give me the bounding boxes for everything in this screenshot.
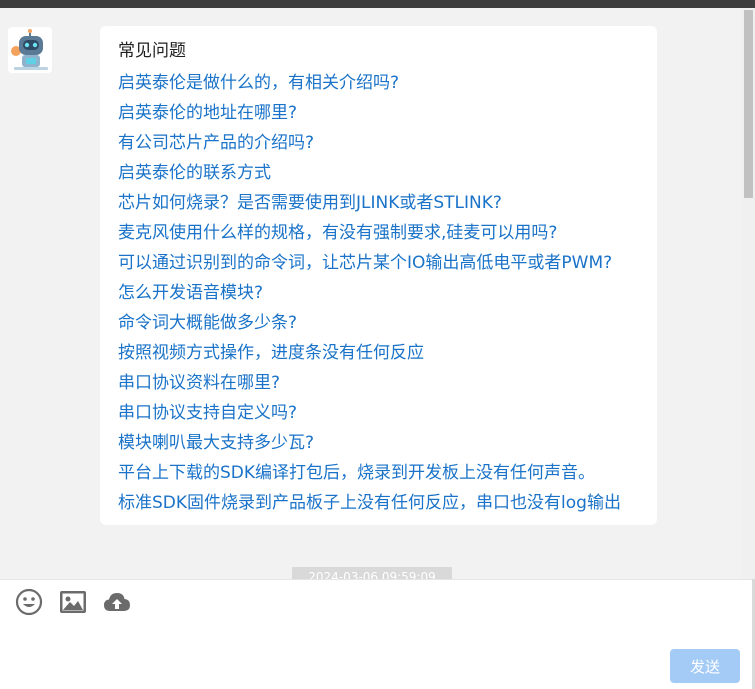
message-timestamp: 2024-03-06 09:59:09: [292, 567, 452, 579]
send-button[interactable]: 发送: [670, 649, 740, 683]
faq-message-bubble: 常见问题 启英泰伦是做什么的，有相关介绍吗? 启英泰伦的地址在哪里? 有公司芯片…: [100, 26, 657, 525]
faq-link[interactable]: 有公司芯片产品的介绍吗?: [118, 128, 639, 158]
faq-link[interactable]: 平台上下载的SDK编译打包后，烧录到开发板上没有任何声音。: [118, 458, 639, 488]
faq-link[interactable]: 启英泰伦是做什么的，有相关介绍吗?: [118, 68, 639, 98]
input-toolbar: [14, 588, 132, 616]
faq-link[interactable]: 启英泰伦的地址在哪里?: [118, 98, 639, 128]
faq-title: 常见问题: [118, 41, 186, 61]
faq-link[interactable]: 启英泰伦的联系方式: [118, 158, 639, 188]
bot-avatar: [8, 27, 52, 73]
faq-link[interactable]: 怎么开发语音模块?: [118, 278, 639, 308]
message-input-area: 发送: [0, 579, 755, 689]
faq-link[interactable]: 模块喇叭最大支持多少瓦?: [118, 428, 639, 458]
faq-link[interactable]: 芯片如何烧录？是否需要使用到JLINK或者STLINK?: [118, 188, 639, 218]
faq-link[interactable]: 串口协议资料在哪里?: [118, 368, 639, 398]
faq-link[interactable]: 串口协议支持自定义吗?: [118, 398, 639, 428]
message-input[interactable]: [14, 620, 658, 684]
robot-icon: [8, 27, 52, 73]
faq-link[interactable]: 标准SDK固件烧录到产品板子上没有任何反应，串口也没有log输出: [118, 488, 639, 518]
chat-message-area[interactable]: 常见问题 启英泰伦是做什么的，有相关介绍吗? 启英泰伦的地址在哪里? 有公司芯片…: [0, 8, 742, 579]
smiley-icon[interactable]: [14, 588, 44, 616]
scrollbar-thumb[interactable]: [744, 10, 753, 198]
faq-link[interactable]: 可以通过识别到的命令词，让芯片某个IO输出高低电平或者PWM?: [118, 248, 639, 278]
image-icon[interactable]: [58, 588, 88, 616]
faq-link[interactable]: 麦克风使用什么样的规格，有没有强制要求,硅麦可以用吗?: [118, 218, 639, 248]
faq-link[interactable]: 按照视频方式操作，进度条没有任何反应: [118, 338, 639, 368]
window-top-bar: [0, 0, 755, 8]
faq-link[interactable]: 命令词大概能做多少条?: [118, 308, 639, 338]
faq-list: 启英泰伦是做什么的，有相关介绍吗? 启英泰伦的地址在哪里? 有公司芯片产品的介绍…: [118, 68, 639, 518]
chat-scrollbar[interactable]: [742, 8, 755, 579]
cloud-upload-icon[interactable]: [102, 588, 132, 616]
